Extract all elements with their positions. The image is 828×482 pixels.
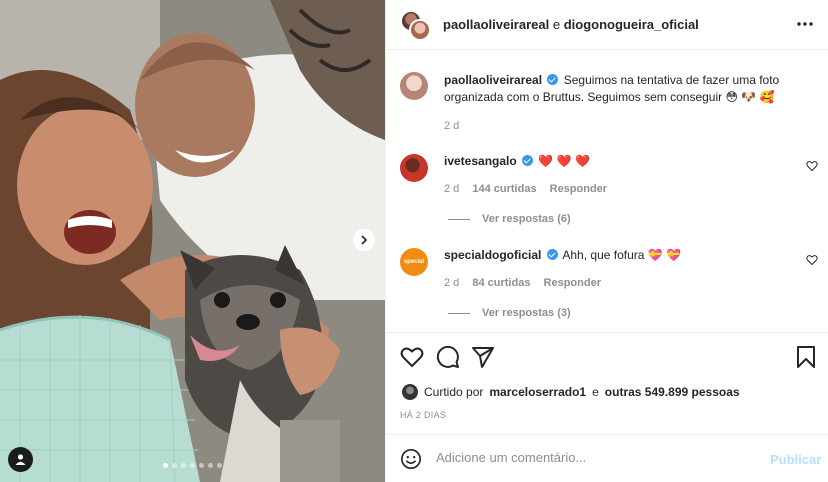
comment-meta: 2 d 144 curtidas Responder — [444, 183, 607, 195]
comment-text: ❤️ ❤️ ❤️ — [538, 154, 590, 168]
post-actions: Curtido por marceloserrado1 e outras 549… — [386, 332, 828, 422]
likes-others-link[interactable]: outras 549.899 pessoas — [605, 385, 740, 399]
carousel-dot — [208, 463, 213, 468]
divider — [448, 218, 470, 220]
comment-time[interactable]: 2 d — [444, 277, 459, 289]
divider — [448, 312, 470, 314]
verified-badge-icon — [546, 249, 558, 260]
like-comment-heart-icon[interactable] — [806, 160, 818, 172]
like-heart-icon[interactable] — [400, 345, 424, 369]
like-comment-heart-icon[interactable] — [806, 254, 818, 266]
avatar-text: special — [403, 259, 425, 265]
carousel-dot — [217, 463, 222, 468]
avatar — [409, 19, 431, 41]
comment-username[interactable]: specialdogoficial — [444, 248, 541, 262]
carousel-dot — [163, 463, 168, 468]
share-paper-plane-icon[interactable] — [471, 345, 495, 369]
caption: paollaoliveirareal Seguimos na tentativa… — [444, 72, 804, 106]
tagged-users-button[interactable] — [8, 447, 33, 472]
comment-time[interactable]: 2 d — [444, 183, 459, 195]
view-replies-button[interactable]: Ver respostas (3) — [448, 307, 571, 319]
post-header: paollaoliveirareal e diogonogueira_ofici… — [386, 0, 828, 50]
liked-by-username[interactable]: marceloserrado1 — [489, 385, 586, 399]
publish-button[interactable]: Publicar — [770, 452, 821, 467]
author-avatars[interactable] — [400, 10, 432, 42]
comment: specialdogoficial Ahh, que fofura 💝 💝 — [444, 247, 681, 264]
carousel-indicator — [163, 463, 222, 468]
user-icon — [15, 454, 26, 465]
authors-connector: e — [552, 17, 561, 32]
author-username-1[interactable]: paollaoliveirareal — [443, 17, 549, 32]
comment-likes[interactable]: 144 curtidas — [472, 183, 536, 195]
chevron-right-icon — [361, 235, 368, 245]
verified-badge-icon — [547, 74, 559, 85]
next-photo-button[interactable] — [353, 229, 375, 251]
avatar[interactable] — [400, 72, 428, 100]
reply-button[interactable]: Responder — [550, 183, 607, 195]
view-replies-button[interactable]: Ver respostas (6) — [448, 213, 571, 225]
author-username-2[interactable]: diogonogueira_oficial — [564, 17, 699, 32]
comment-text: Ahh, que fofura 💝 💝 — [562, 248, 681, 262]
avatar[interactable]: special — [400, 248, 428, 276]
likes-prefix: Curtido por — [424, 385, 484, 399]
view-replies-label: Ver respostas (6) — [482, 213, 571, 225]
likes-summary: Curtido por marceloserrado1 e outras 549… — [402, 384, 740, 400]
comment-username[interactable]: ivetesangalo — [444, 154, 517, 168]
carousel-dot — [199, 463, 204, 468]
comment-input[interactable] — [436, 450, 756, 465]
instagram-post: paollaoliveirareal e diogonogueira_ofici… — [0, 0, 828, 482]
add-comment-form: Publicar — [386, 434, 828, 482]
more-options-icon[interactable] — [795, 16, 815, 32]
comment-likes[interactable]: 84 curtidas — [472, 277, 530, 289]
post-authors: paollaoliveirareal e diogonogueira_ofici… — [443, 17, 699, 32]
carousel-dot — [181, 463, 186, 468]
verified-badge-icon — [522, 155, 534, 166]
view-replies-label: Ver respostas (3) — [482, 307, 571, 319]
save-bookmark-icon[interactable] — [794, 345, 818, 369]
post-media[interactable] — [0, 0, 385, 482]
avatar[interactable] — [400, 154, 428, 182]
avatar[interactable] — [402, 384, 418, 400]
post-date[interactable]: HÁ 2 DIAS — [400, 410, 446, 420]
comment-bubble-icon[interactable] — [436, 345, 460, 369]
likes-connector: e — [592, 385, 599, 399]
caption-time[interactable]: 2 d — [444, 120, 459, 132]
post-side-panel: paollaoliveirareal e diogonogueira_ofici… — [385, 0, 828, 482]
emoji-smiley-icon[interactable] — [400, 448, 422, 470]
post-photo — [0, 0, 385, 482]
comments-section[interactable]: paollaoliveirareal Seguimos na tentativa… — [386, 50, 828, 332]
caption-username[interactable]: paollaoliveirareal — [444, 73, 542, 87]
comment: ivetesangalo ❤️ ❤️ ❤️ — [444, 153, 590, 170]
comment-meta: 2 d 84 curtidas Responder — [444, 277, 601, 289]
carousel-dot — [190, 463, 195, 468]
reply-button[interactable]: Responder — [544, 277, 601, 289]
carousel-dot — [172, 463, 177, 468]
